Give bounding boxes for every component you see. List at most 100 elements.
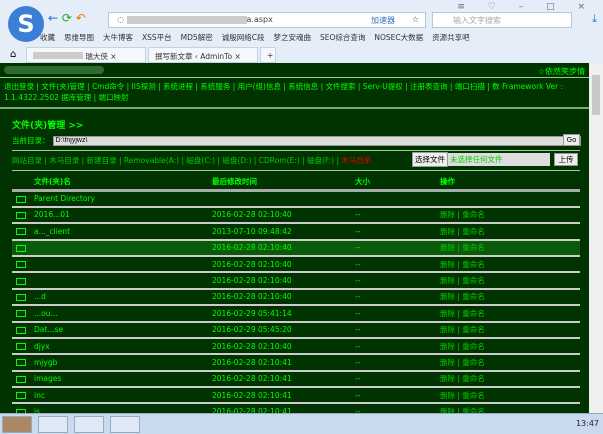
window-controls[interactable]: ≡ ♡ – □ × [457,2,595,12]
download-icon[interactable]: ⤓ [592,12,597,26]
file-name-link[interactable]: djyx [34,342,50,351]
file-chooser[interactable]: 选择文件 未选择任何文件 [412,152,550,167]
bookmark[interactable]: MD5解密 [181,33,213,42]
modified-time: 2016-02-28 02:10:40 [212,288,355,307]
row-actions[interactable]: 删除 | 重命名 [440,321,580,339]
current-dir-row: 当前目录： [12,135,581,146]
file-row[interactable]: images 2016-02-28 02:10:41 -- 删除 | 重命名 [12,370,580,389]
row-actions[interactable] [440,190,580,208]
shield-icon: ◌ [117,15,124,24]
upload-button[interactable]: 上传 [554,153,578,166]
file-row[interactable]: js 2016-02-28 02:10:41 -- 删除 | 重命名 [12,403,580,413]
file-name-link[interactable]: ...ou... [34,309,58,318]
file-row[interactable]: 2016-02-28 02:10:40 -- 删除 | 重命名 [12,239,580,257]
file-name-link[interactable]: a..._client [34,227,70,236]
top-right-label: ☆依然笑步情 [537,67,585,76]
taskbar-app[interactable] [38,416,68,433]
file-row[interactable]: 2016-02-28 02:10:40 -- 删除 | 重命名 [12,255,580,274]
taskbar-app[interactable] [74,416,104,433]
file-row[interactable]: 2016...01 2016-02-28 02:10:40 -- 删除 | 重命名 [12,206,580,225]
folder-icon [16,244,26,252]
bookmark[interactable]: XSS平台 [142,33,172,42]
file-row[interactable]: mjygb 2016-02-28 02:10:41 -- 删除 | 重命名 [12,354,580,372]
row-actions[interactable]: 删除 | 重命名 [440,403,580,413]
modified-time: 2016-02-29 05:41:14 [212,305,355,323]
tab-editor[interactable]: 撰写新文章 ‹ AdminTo × [148,47,258,63]
star-icon[interactable]: ☆ [412,15,419,24]
bookmark[interactable]: NOSEC大数据 [374,33,423,42]
undo-icon[interactable]: ↶ [76,11,86,25]
file-size: -- [355,239,440,257]
nav-buttons: ← ⟳ ↶ [48,11,86,25]
bookmark[interactable]: SEO综合查询 [320,33,365,42]
current-dir-input[interactable] [52,135,581,146]
col-ops: 操作 [440,174,580,192]
file-row[interactable]: ...ou... 2016-02-29 05:41:14 -- 删除 | 重命名 [12,305,580,323]
file-row[interactable]: inc 2016-02-28 02:10:41 -- 删除 | 重命名 [12,387,580,405]
taskbar-app[interactable] [110,416,140,433]
modified-time: 2016-02-29 05:45:20 [212,321,355,339]
folder-icon [16,228,26,236]
modified-time: 2013-07-10 09:48:42 [212,223,355,241]
file-name-link[interactable]: Parent Directory [34,194,95,203]
col-name: 文件(夹)名 [12,174,212,192]
file-row[interactable]: a..._client 2013-07-10 09:48:42 -- 删除 | 重命名 [12,223,580,241]
col-size: 大小 [355,174,440,192]
scroll-thumb[interactable] [592,75,600,115]
bookmark[interactable]: 诚殷网络C段 [222,33,265,42]
home-icon[interactable]: ⌂ [10,49,16,60]
divider [12,170,580,171]
file-name-link[interactable]: Dat...se [34,325,63,334]
drive-links[interactable]: 网站目录 | 木马目录 | 新建目录 | Removable(A:) | 磁盘(… [12,155,371,166]
bookmark[interactable]: 思维导图 [64,33,94,42]
file-row[interactable]: 2016-02-28 02:10:40 -- 删除 | 重命名 [12,272,580,290]
row-actions[interactable]: 删除 | 重命名 [440,387,580,405]
file-name-link[interactable]: 2016...01 [34,210,70,219]
modified-time: 2016-02-28 02:10:41 [212,387,355,405]
refresh-icon[interactable]: ⟳ [62,11,72,25]
new-tab-button[interactable]: + [260,47,276,63]
bookmark[interactable]: 大牛博客 [103,33,133,42]
file-name-link[interactable]: mjygb [34,358,57,367]
back-icon[interactable]: ← [48,11,58,25]
file-name-link[interactable]: images [34,374,61,383]
row-actions[interactable]: 删除 | 重命名 [440,255,580,274]
row-actions[interactable]: 删除 | 重命名 [440,272,580,290]
trojan-selfdelete-link[interactable]: 木马自杀 [341,156,371,165]
file-row[interactable]: ...d 2016-02-28 02:10:40 -- 删除 | 重命名 [12,288,580,307]
row-actions[interactable]: 删除 | 重命名 [440,239,580,257]
main-menu[interactable]: 退出登录 | 文件(夹)管理 | Cmd命令 | IIS探测 | 系统进程 | … [0,78,589,109]
bookmark[interactable]: 收藏 [40,33,55,42]
folder-icon [16,326,26,334]
row-actions[interactable]: 删除 | 重命名 [440,337,580,356]
bookmark[interactable]: 梦之安魂曲 [273,33,311,42]
file-size: -- [355,387,440,405]
search-input[interactable]: 输入文字搜索 [432,12,572,28]
row-actions[interactable]: 删除 | 重命名 [440,370,580,389]
modified-time: 2016-02-28 02:10:41 [212,354,355,372]
tab-active[interactable]: 瑞大侠 × [26,47,146,63]
row-actions[interactable]: 删除 | 重命名 [440,288,580,307]
scrollbar[interactable] [589,63,603,413]
file-row[interactable]: Dat...se 2016-02-29 05:45:20 -- 删除 | 重命名 [12,321,580,339]
page-title: 文件(夹)管理 >> [12,121,84,131]
row-actions[interactable]: 删除 | 重命名 [440,223,580,241]
file-name-link[interactable]: ...d [34,292,46,301]
choose-file-button[interactable]: 选择文件 [412,152,448,167]
file-size: -- [355,321,440,339]
accelerate-button[interactable]: 加速器 [371,15,395,26]
file-name-link[interactable]: inc [34,391,45,400]
webshell-page: ☆依然笑步情 退出登录 | 文件(夹)管理 | Cmd命令 | IIS探测 | … [0,63,589,413]
file-size: -- [355,354,440,372]
taskbar-app[interactable] [2,416,32,433]
go-button[interactable]: Go [563,134,580,146]
row-actions[interactable]: 删除 | 重命名 [440,206,580,225]
row-actions[interactable]: 删除 | 重命名 [440,305,580,323]
row-actions[interactable]: 删除 | 重命名 [440,354,580,372]
bookmark[interactable]: 资源共享吧 [432,33,470,42]
browser-logo: S [8,6,44,42]
file-row[interactable]: Parent Directory [12,190,580,208]
address-bar[interactable]: ◌ a.aspx 加速器 ☆ [108,12,426,28]
folder-icon [16,359,26,367]
file-row[interactable]: djyx 2016-02-28 02:10:40 -- 删除 | 重命名 [12,337,580,356]
